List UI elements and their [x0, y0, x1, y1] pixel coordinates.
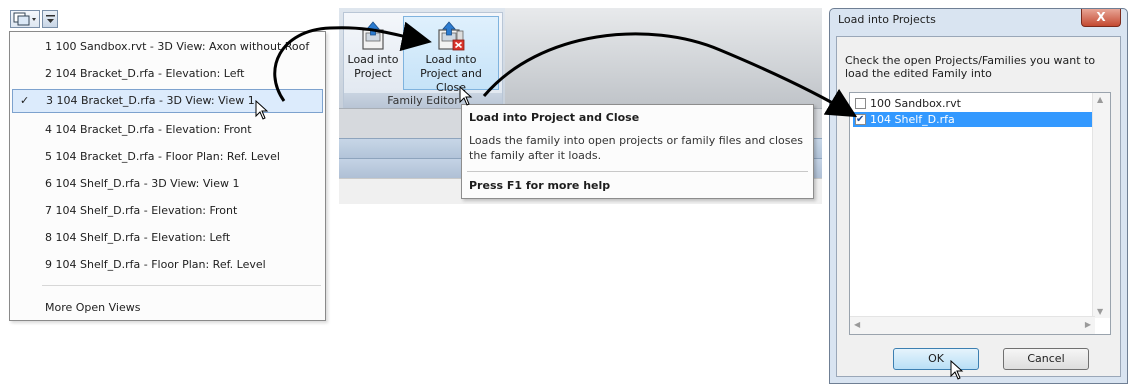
mouse-cursor-icon	[459, 86, 473, 106]
mouse-cursor-icon	[950, 360, 964, 380]
arrow-to-load-button	[273, 21, 432, 102]
annotation-arrows	[273, 21, 858, 118]
mouse-cursor-icon	[255, 100, 269, 120]
arrow-to-dialog-item	[482, 32, 858, 118]
